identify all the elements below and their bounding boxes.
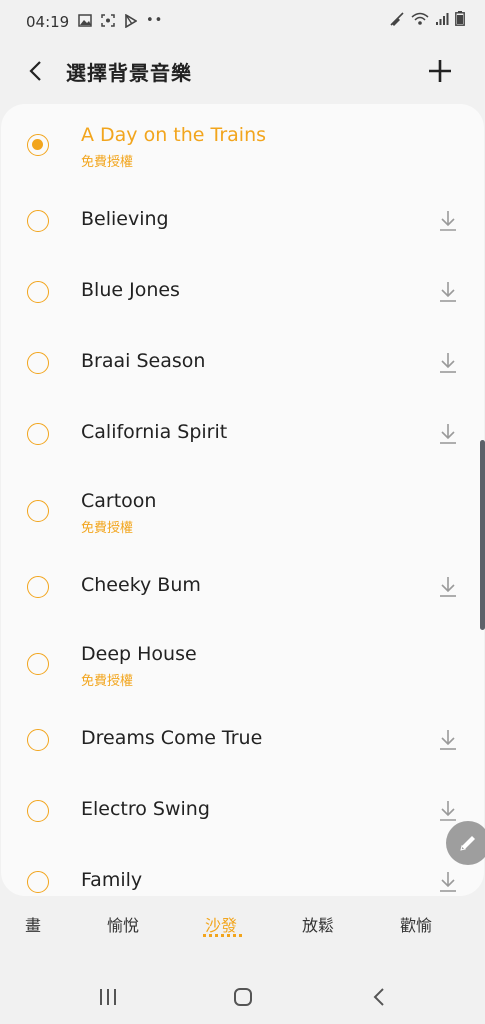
edit-button[interactable] xyxy=(446,821,485,865)
back-arrow-icon xyxy=(373,988,384,1006)
song-radio[interactable] xyxy=(27,134,49,156)
category-tab[interactable]: 沙發 xyxy=(205,912,237,936)
song-item[interactable]: Cartoon 免費授權 xyxy=(1,470,484,552)
song-title: Family xyxy=(81,869,143,891)
song-title: Dreams Come True xyxy=(81,727,263,749)
song-title: Blue Jones xyxy=(81,279,180,301)
recent-apps-icon xyxy=(100,989,116,1005)
song-radio[interactable] xyxy=(27,653,49,675)
plus-icon xyxy=(429,60,451,82)
song-license-label: 免費授權 xyxy=(81,521,134,536)
song-title: Braai Season xyxy=(81,350,206,372)
add-music-button[interactable] xyxy=(425,56,455,86)
app-bar: 選擇背景音樂 xyxy=(0,44,485,100)
song-radio[interactable] xyxy=(27,281,49,303)
song-item[interactable]: Believing xyxy=(1,186,484,257)
wifi-icon xyxy=(411,12,429,25)
active-tab-indicator xyxy=(203,934,245,937)
page-title: 選擇背景音樂 xyxy=(66,61,192,85)
system-nav-bar xyxy=(0,968,485,1024)
category-tab[interactable]: 愉悅 xyxy=(107,912,139,936)
song-item[interactable]: Blue Jones xyxy=(1,257,484,328)
song-license-label: 免費授權 xyxy=(81,155,134,170)
song-item[interactable]: A Day on the Trains 免費授權 xyxy=(1,104,484,186)
song-radio[interactable] xyxy=(27,729,49,751)
download-icon[interactable] xyxy=(438,729,458,751)
gallery-icon xyxy=(78,14,92,27)
scroll-indicator[interactable] xyxy=(480,440,485,630)
download-icon[interactable] xyxy=(438,871,458,893)
play-store-icon xyxy=(125,13,137,28)
song-item[interactable]: Braai Season xyxy=(1,328,484,399)
song-title: Cheeky Bum xyxy=(81,574,201,596)
screenshot-icon xyxy=(101,14,115,27)
song-radio[interactable] xyxy=(27,576,49,598)
notification-icons: •• xyxy=(78,13,163,28)
song-item[interactable]: Electro Swing xyxy=(1,776,484,847)
song-item[interactable]: Family xyxy=(1,847,484,896)
battery-icon xyxy=(455,11,465,26)
song-title: Believing xyxy=(81,208,169,230)
song-radio[interactable] xyxy=(27,800,49,822)
status-bar: 04:19 •• xyxy=(0,0,485,44)
download-icon[interactable] xyxy=(438,281,458,303)
category-tab[interactable]: 歡愉 xyxy=(400,912,432,936)
back-button[interactable] xyxy=(20,56,50,86)
song-title: A Day on the Trains xyxy=(81,124,267,146)
song-radio[interactable] xyxy=(27,871,49,893)
chevron-left-icon xyxy=(29,61,41,81)
category-tabs: 畫 愉悅 沙發 放鬆 歡愉 xyxy=(0,900,485,946)
song-license-label: 免費授權 xyxy=(81,674,134,689)
song-title: California Spirit xyxy=(81,421,228,443)
category-tab[interactable]: 畫 xyxy=(25,912,41,936)
song-radio[interactable] xyxy=(27,500,49,522)
song-item[interactable]: Cheeky Bum xyxy=(1,552,484,623)
song-radio[interactable] xyxy=(27,423,49,445)
song-item[interactable]: Dreams Come True xyxy=(1,705,484,776)
song-radio[interactable] xyxy=(27,352,49,374)
pencil-icon xyxy=(460,836,475,851)
download-icon[interactable] xyxy=(438,210,458,232)
back-nav-button[interactable] xyxy=(364,982,394,1012)
signal-icon xyxy=(436,12,449,25)
download-icon[interactable] xyxy=(438,423,458,445)
recent-apps-button[interactable] xyxy=(93,982,123,1012)
status-time: 04:19 xyxy=(26,13,70,31)
home-icon xyxy=(234,988,252,1006)
download-icon[interactable] xyxy=(438,576,458,598)
category-tab[interactable]: 放鬆 xyxy=(302,912,334,936)
music-list: A Day on the Trains 免費授權 Believing Blue Jon… xyxy=(1,104,484,896)
song-item[interactable]: Deep House 免費授權 xyxy=(1,623,484,705)
more-notifications-icon: •• xyxy=(146,13,164,28)
home-button[interactable] xyxy=(228,982,258,1012)
song-title: Electro Swing xyxy=(81,798,210,820)
mute-icon xyxy=(390,11,404,26)
song-radio[interactable] xyxy=(27,210,49,232)
download-icon[interactable] xyxy=(438,352,458,374)
song-item[interactable]: California Spirit xyxy=(1,399,484,470)
song-title: Cartoon xyxy=(81,490,157,512)
song-title: Deep House xyxy=(81,643,197,665)
system-icons xyxy=(389,11,465,26)
download-icon[interactable] xyxy=(438,800,458,822)
